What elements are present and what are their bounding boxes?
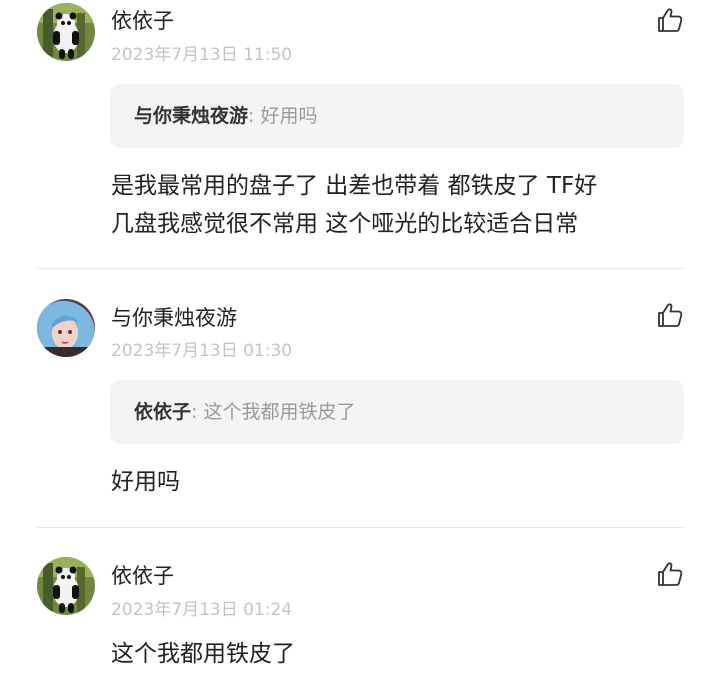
comment-time: 2023年7月13日 01:30 xyxy=(111,341,293,361)
quoted-text: 好用吗 xyxy=(260,105,318,127)
quoted-author: 依依子 xyxy=(134,401,192,423)
author-name[interactable]: 依依子 xyxy=(111,560,174,590)
quoted-reply[interactable]: 依依子: 这个我都用铁皮了 xyxy=(110,380,684,444)
avatar[interactable] xyxy=(37,299,95,357)
thumbs-up-icon xyxy=(658,562,683,586)
comment-text-line: 是我最常用的盘子了 出差也带着 都铁皮了 TF好 xyxy=(111,173,598,199)
divider xyxy=(37,527,684,528)
avatar[interactable] xyxy=(37,3,95,61)
comment-text-line: 好用吗 xyxy=(111,469,180,495)
quoted-author: 与你秉烛夜游 xyxy=(134,105,249,127)
like-button[interactable] xyxy=(656,302,684,328)
like-button[interactable] xyxy=(656,7,684,33)
comment-time: 2023年7月13日 01:24 xyxy=(111,600,293,620)
comment-text: 是我最常用的盘子了 出差也带着 都铁皮了 TF好 几盘我感觉很不常用 这个哑光的… xyxy=(111,167,597,243)
quoted-text: 这个我都用铁皮了 xyxy=(203,401,356,423)
quote-separator: : xyxy=(191,401,204,423)
comment-text: 这个我都用铁皮了 xyxy=(111,635,295,673)
panda-avatar-icon xyxy=(37,557,95,615)
avatar[interactable] xyxy=(37,557,95,615)
divider xyxy=(37,268,684,269)
anime-girl-avatar-icon xyxy=(37,299,95,357)
author-name[interactable]: 依依子 xyxy=(111,5,174,35)
thumbs-up-icon xyxy=(658,8,683,32)
quote-separator: : xyxy=(248,105,261,127)
panda-avatar-icon xyxy=(37,3,95,61)
thumbs-up-icon xyxy=(658,303,683,327)
quoted-reply[interactable]: 与你秉烛夜游: 好用吗 xyxy=(110,84,684,148)
comment-text-line: 几盘我感觉很不常用 这个哑光的比较适合日常 xyxy=(111,211,579,237)
comment-text-line: 这个我都用铁皮了 xyxy=(111,641,295,667)
comment-text: 好用吗 xyxy=(111,463,180,501)
comment-time: 2023年7月13日 11:50 xyxy=(111,45,293,65)
author-name[interactable]: 与你秉烛夜游 xyxy=(111,302,237,332)
like-button[interactable] xyxy=(656,561,684,587)
